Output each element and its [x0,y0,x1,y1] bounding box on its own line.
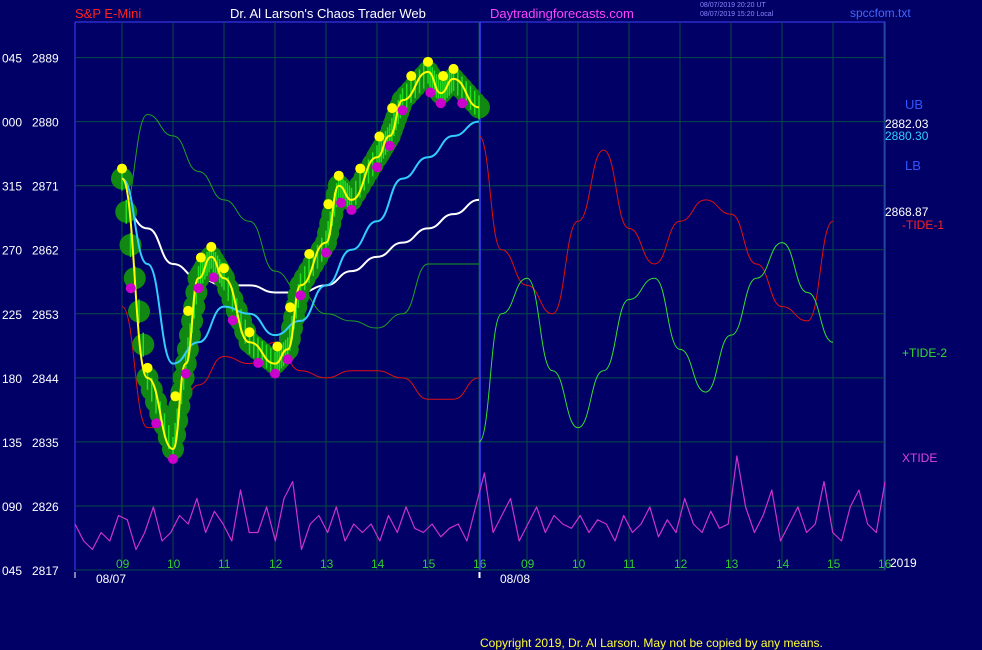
fast-ma-price: 2880.30 [885,129,929,143]
downtick-marker [295,290,306,301]
symbol-label: S&P E-Mini [75,6,142,21]
x-tick-label-day1: 13 [320,557,334,571]
uptick-marker [206,241,217,252]
downtick-marker [425,87,436,98]
xtide-label: XTIDE [902,451,938,465]
downtick-marker [253,357,264,368]
uptick-marker [387,103,398,114]
tide1-line [478,135,834,322]
downtick-marker [372,162,382,173]
y-tick-label-angle: 045 [2,52,22,66]
downtick-marker [227,315,238,326]
y-tick-label-price: 2817 [32,564,59,578]
y-tick-label-angle: 270 [2,244,22,258]
tide1-label: -TIDE-1 [902,218,944,232]
downtick-marker [336,197,347,208]
x-date-label: 08/07 [96,572,126,586]
x-tick-label-day1: 12 [269,557,283,571]
file-name: spccfom.txt [850,6,911,20]
uptick-marker [272,341,283,352]
uptick-marker [244,327,255,338]
y-tick-label-price: 2844 [32,372,59,386]
y-tick-label-angle: 135 [2,436,22,450]
x-tick-label-day2: 10 [572,557,586,571]
downtick-marker [384,140,395,151]
uptick-marker [285,302,296,313]
uptick-marker [142,362,153,373]
uptick-marker [170,391,181,402]
x-tick-label-day1: 11 [218,557,231,571]
downtick-marker [346,204,357,215]
slow-ma-price: 2868.87 [885,205,929,219]
timestamp-ut: 08/07/2019 20:20 UT [700,2,766,9]
y-tick-label-angle: 225 [2,308,22,322]
downtick-marker [168,454,178,465]
x-tick-label-day2: 09 [521,557,535,571]
uptick-marker [183,305,194,316]
ub-label: UB [905,97,924,112]
downtick-marker [457,98,468,109]
x-tick-label-day1: 14 [371,557,385,571]
y-tick-label-price: 2853 [32,308,59,322]
uptick-marker [438,71,449,82]
downtick-marker [397,105,408,116]
x-tick-label-day2: 11 [623,557,636,571]
y-tick-label-angle: 180 [2,372,22,386]
downtick-marker [180,368,191,379]
year-label: 2019 [890,556,917,570]
downtick-marker [208,272,219,283]
timestamp-local: 08/07/2019 15:20 Local [700,11,774,18]
chart-canvas: 045 2889 000 2880 315 2871 270 2862 225 2853 180 28… [2,21,892,586]
y-tick-label-price: 2871 [32,180,59,194]
downtick-marker [125,283,136,294]
x-tick-label-day1: 10 [167,557,181,571]
y-tick-label-price: 2880 [32,116,59,130]
x-date-label: 08/08 [500,572,530,586]
copyright-notice: Copyright 2019, Dr. Al Larson. May not b… [480,636,823,650]
x-tick-label-day1: 09 [116,557,130,571]
uptick-marker [355,163,366,174]
uptick-marker [406,71,417,82]
site-link[interactable]: Daytradingforecasts.com [490,6,634,21]
y-tick-label-angle: 090 [2,500,22,514]
y-tick-label-angle: 000 [2,116,22,130]
x-tick-label-day2: 15 [827,557,841,571]
y-tick-label-angle: 045 [2,564,22,578]
uptick-marker [423,56,433,67]
uptick-marker [304,248,315,259]
downtick-marker [435,98,446,109]
uptick-marker [117,163,127,174]
downtick-marker [270,368,280,379]
x-tick-label-day2: 12 [674,557,688,571]
uptick-marker [333,170,344,181]
y-tick-label-angle: 315 [2,180,22,194]
y-tick-label-price: 2835 [32,436,59,450]
tide2-label: +TIDE-2 [902,346,948,360]
uptick-marker [219,263,229,274]
y-tick-label-price: 2862 [32,244,59,258]
uptick-marker [374,131,385,142]
x-tick-label-day1: 15 [422,557,436,571]
x-tick-label-day2: 14 [776,557,790,571]
tide2-line [478,242,834,443]
downtick-marker [151,418,162,429]
downtick-marker [282,354,293,365]
y-tick-label-price: 2826 [32,500,59,514]
uptick-marker [448,63,459,74]
lb-label: LB [905,158,921,173]
uptick-marker [323,199,334,210]
y-tick-label-price: 2889 [32,52,59,66]
downtick-marker [193,283,204,294]
x-tick-label-day2: 13 [725,557,739,571]
downtick-marker [321,247,331,258]
uptick-marker [195,252,206,263]
chart-title: Dr. Al Larson's Chaos Trader Web [230,6,426,21]
